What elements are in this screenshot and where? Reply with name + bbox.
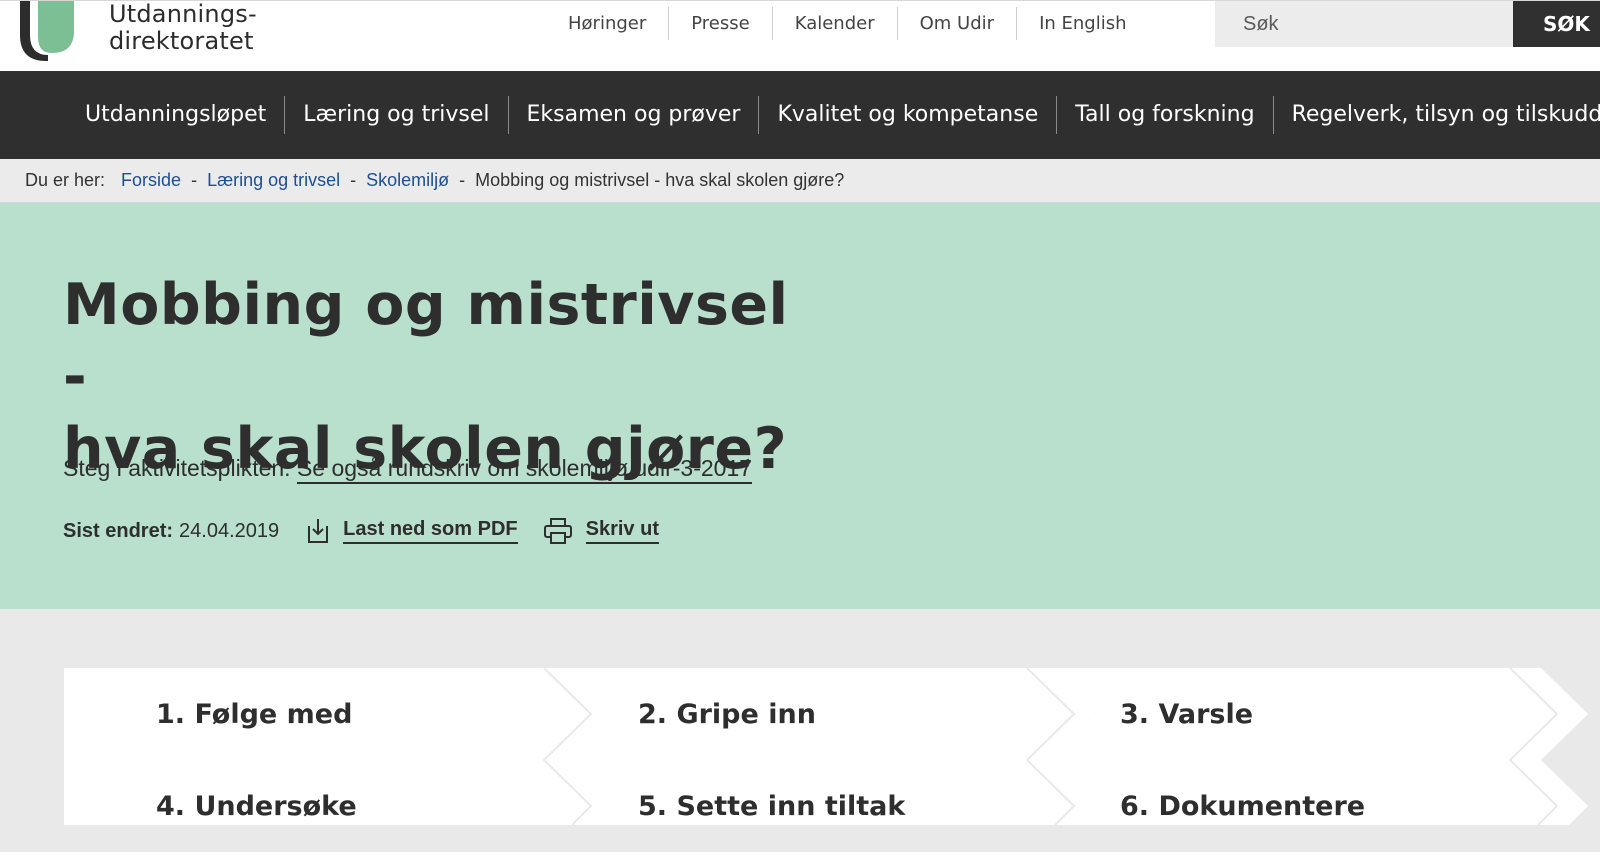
logo-line-2: direktoratet (109, 27, 254, 55)
link-horinger[interactable]: Høringer (546, 7, 668, 40)
nav-item-eksamen-og-prover[interactable]: Eksamen og prøver (507, 96, 759, 134)
search-button[interactable]: SØK (1513, 1, 1600, 47)
step-gripe-inn[interactable]: 2. Gripe inn (638, 668, 816, 760)
nav-item-utdanningslopet[interactable]: Utdanningsløpet (67, 96, 284, 134)
printer-icon (543, 518, 572, 544)
breadcrumb-link-skolemiljo[interactable]: Skolemiljø (366, 170, 449, 191)
main-navigation: Utdanningsløpet Læring og trivsel Eksame… (0, 71, 1600, 159)
step-undersoke[interactable]: 4. Undersøke (156, 760, 357, 852)
nav-item-kvalitet-og-kompetanse[interactable]: Kvalitet og kompetanse (758, 96, 1056, 134)
link-in-english[interactable]: In English (1016, 7, 1148, 40)
search-input[interactable] (1215, 1, 1514, 47)
udir-logo-icon (20, 1, 74, 61)
breadcrumb-label: Du er her: (25, 170, 106, 190)
breadcrumb: Du er her: Forside - Læring og trivsel -… (0, 159, 1600, 203)
print-label: Skriv ut (585, 518, 659, 544)
step-varsle[interactable]: 3. Varsle (1120, 668, 1253, 760)
breadcrumb-separator: - (350, 170, 357, 190)
download-icon (308, 519, 329, 543)
step-folge-med[interactable]: 1. Følge med (156, 668, 352, 760)
breadcrumb-separator: - (459, 170, 466, 190)
link-om-udir[interactable]: Om Udir (896, 7, 1016, 40)
step-dokumentere[interactable]: 6. Dokumentere (1120, 760, 1365, 852)
page-meta: Sist endret: 24.04.2019 Last ned som PDF… (63, 514, 685, 548)
print-button[interactable]: Skriv ut (543, 518, 659, 544)
breadcrumb-link-laering-og-trivsel[interactable]: Læring og trivsel (207, 170, 340, 191)
last-changed-label: Sist endret: (63, 519, 174, 542)
page-title: Mobbing og mistrivsel - hva skal skolen … (63, 269, 823, 485)
nav-item-tall-og-forskning[interactable]: Tall og forskning (1056, 96, 1272, 134)
download-pdf-label: Last ned som PDF (343, 518, 518, 544)
rundskriv-link[interactable]: Se også rundskriv om skolemiljø udir-3-2… (296, 455, 753, 484)
download-pdf-button[interactable]: Last ned som PDF (307, 518, 518, 544)
top-bar: Utdannings- direktoratet Høringer Presse… (0, 0, 1600, 71)
nav-item-regelverk[interactable]: Regelverk, tilsyn og tilskudd (1272, 96, 1600, 134)
link-presse[interactable]: Presse (668, 7, 771, 40)
udir-logo[interactable]: Utdannings- direktoratet (18, 1, 258, 67)
page-title-line-1: Mobbing og mistrivsel - (63, 272, 789, 410)
breadcrumb-link-forside[interactable]: Forside (121, 170, 181, 191)
logo-text: Utdannings- direktoratet (109, 1, 257, 55)
step-sette-inn-tiltak[interactable]: 5. Sette inn tiltak (638, 760, 905, 852)
intro-text: Steg i aktivitetsplikten. (63, 455, 291, 481)
last-changed-date: 24.04.2019 (179, 519, 280, 542)
link-kalender[interactable]: Kalender (771, 7, 897, 40)
intro: Steg i aktivitetsplikten. Se også rundsk… (63, 455, 753, 484)
breadcrumb-separator: - (191, 170, 198, 190)
nav-item-laering-og-trivsel[interactable]: Læring og trivsel (284, 96, 507, 134)
hero-section: Mobbing og mistrivsel - hva skal skolen … (0, 203, 1600, 609)
utility-links: Høringer Presse Kalender Om Udir In Engl… (546, 1, 1149, 46)
breadcrumb-current: Mobbing og mistrivsel - hva skal skolen … (475, 170, 845, 190)
logo-line-1: Utdannings- (109, 0, 257, 28)
steps-grid: 1. Følge med 2. Gripe inn 3. Varsle 4. U… (64, 668, 1600, 825)
